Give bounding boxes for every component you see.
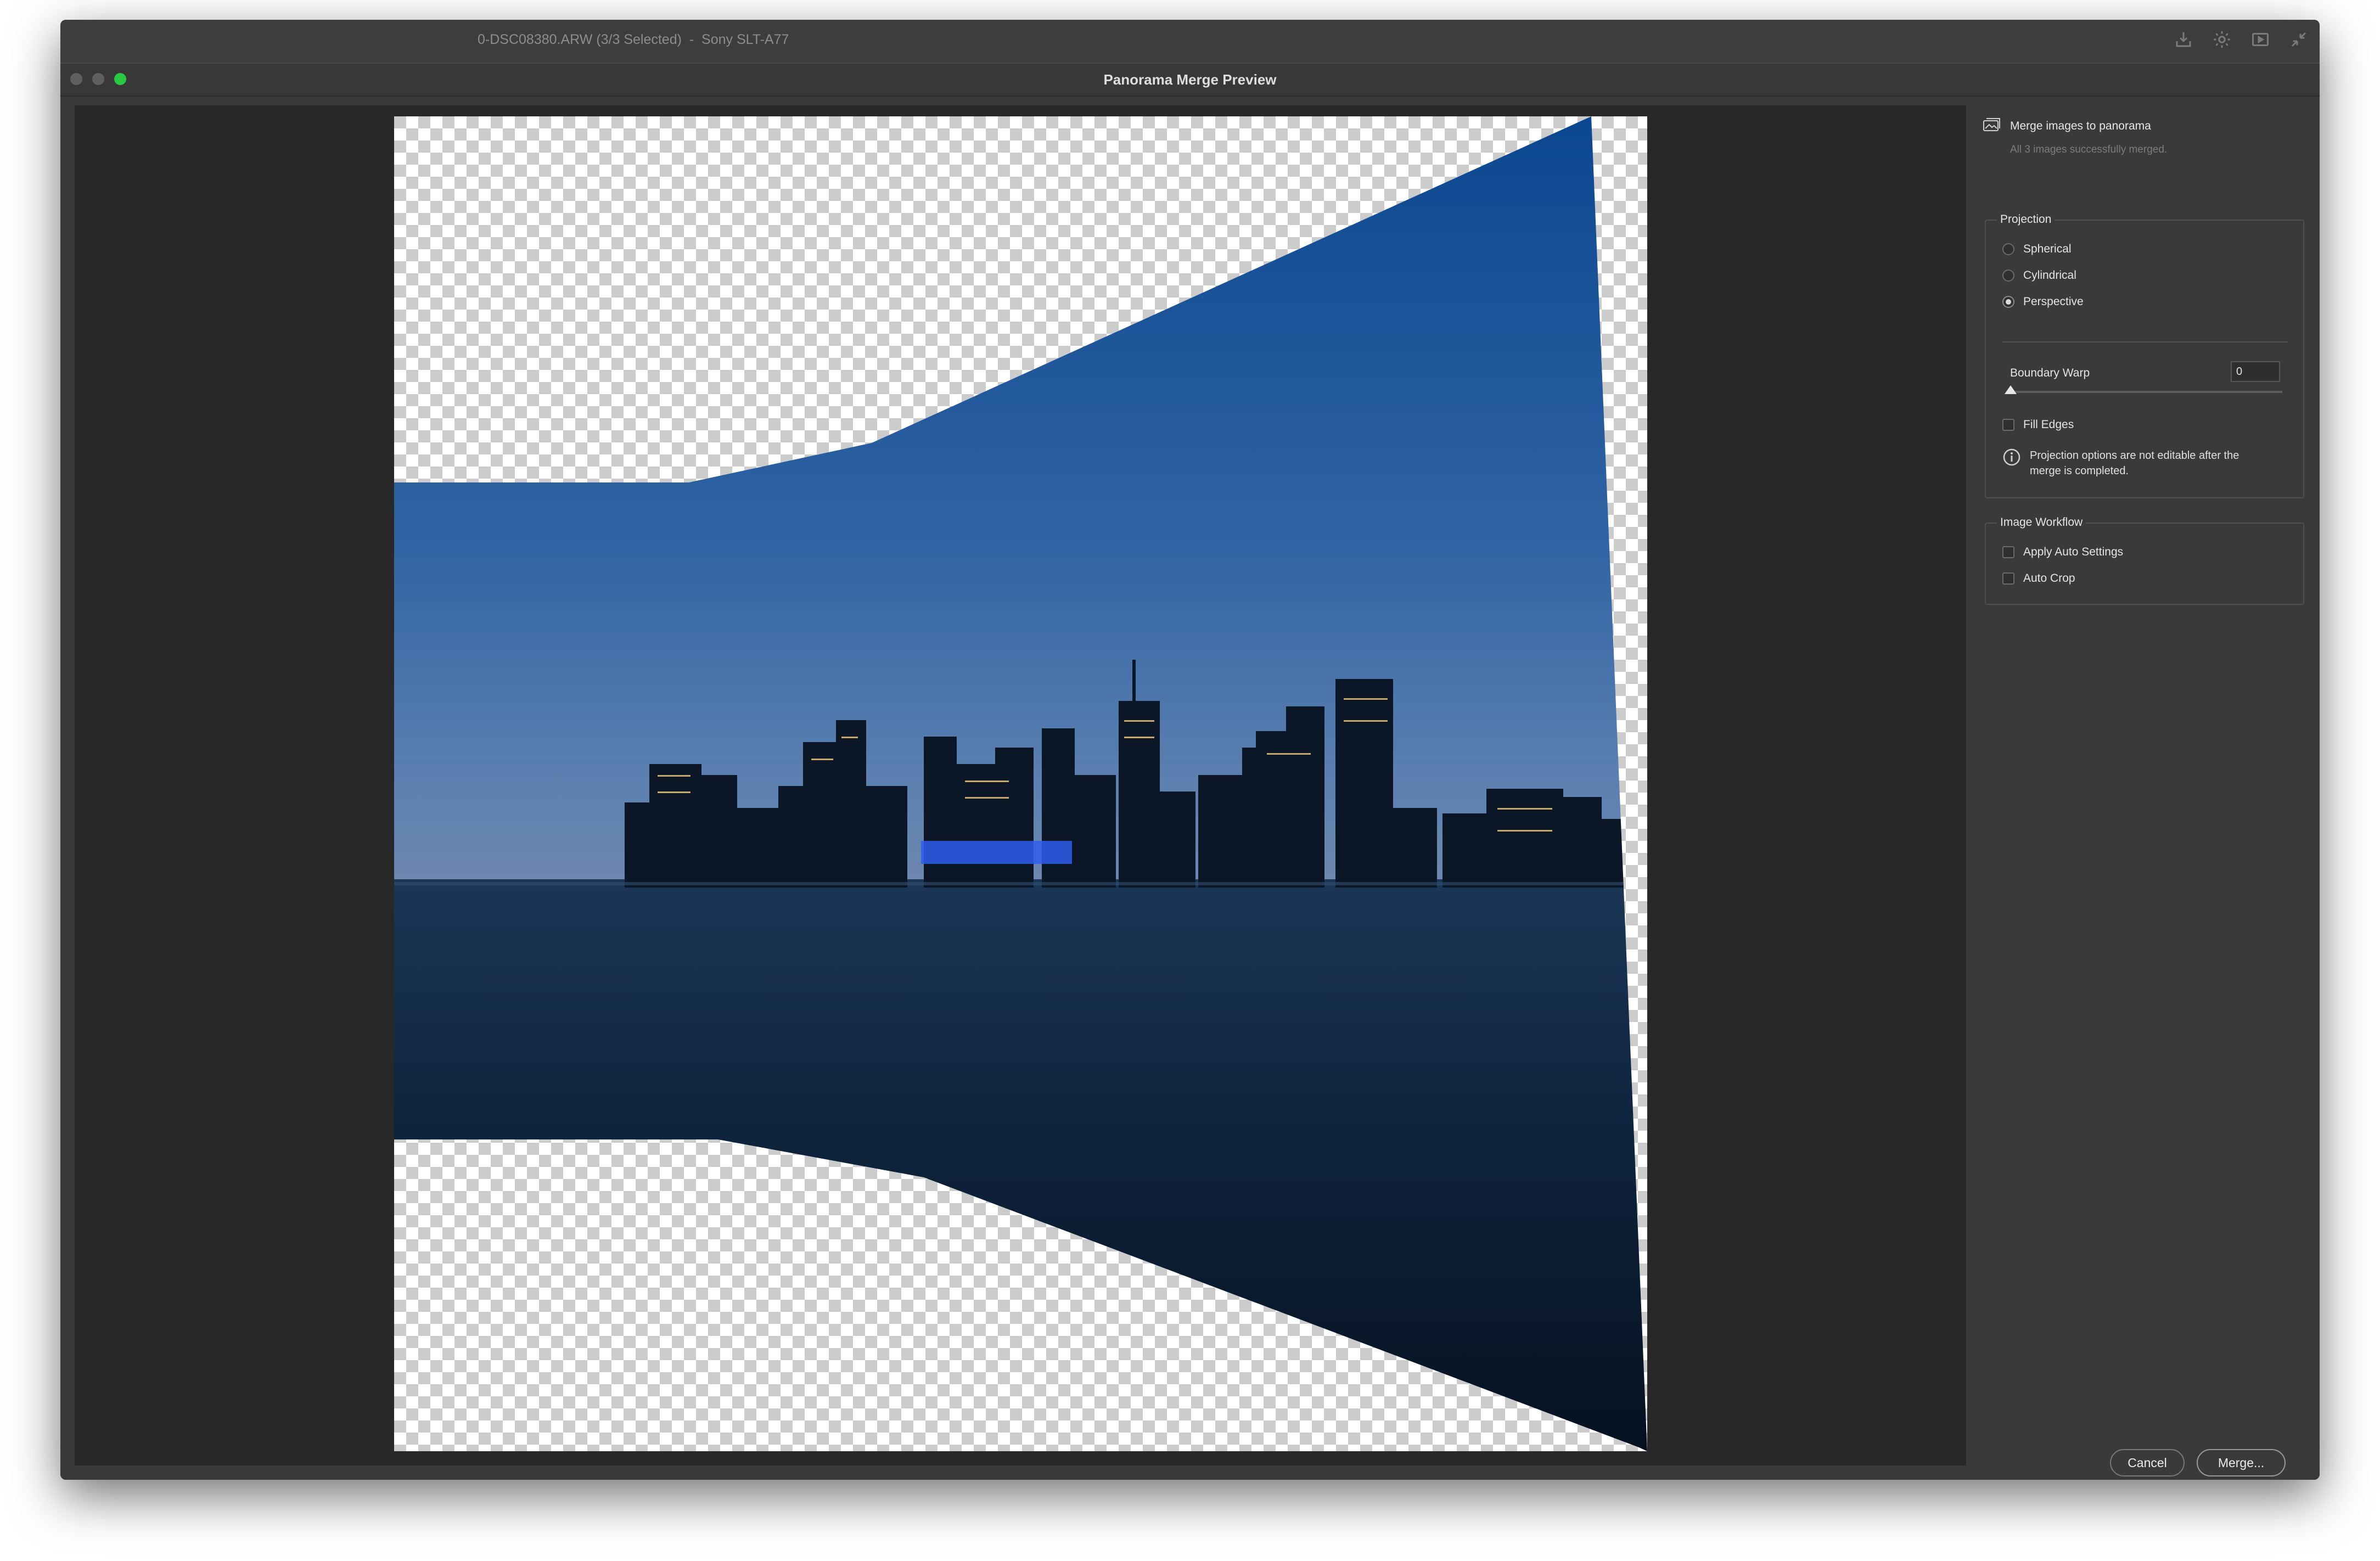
option-perspective[interactable]: Perspective [2002, 295, 2084, 308]
info-icon [2003, 448, 2020, 466]
auto-crop-label: Auto Crop [2023, 572, 2075, 585]
spherical-radio[interactable] [2002, 243, 2014, 255]
perspective-label: Perspective [2023, 295, 2084, 308]
background-window-title: 0-DSC08380.ARW (3/3 Selected) - Sony SLT… [478, 32, 789, 47]
slideshow-icon[interactable] [2250, 30, 2270, 49]
merge-options-panel: Merge images to panorama All 3 images su… [1966, 105, 2320, 1480]
info-line-2: merge is completed. [2030, 465, 2129, 477]
panorama-preview [394, 116, 1647, 1451]
option-spherical[interactable]: Spherical [2002, 243, 2072, 256]
option-fill-edges[interactable]: Fill Edges [2002, 418, 2074, 431]
merge-button[interactable]: Merge... [2197, 1449, 2286, 1476]
merge-subtitle: All 3 images successfully merged. [2010, 144, 2168, 155]
import-icon[interactable] [2174, 30, 2193, 49]
boundary-warp-slider-thumb[interactable] [2005, 385, 2017, 394]
fill-edges-label: Fill Edges [2023, 418, 2074, 431]
info-line-1: Projection options are not editable afte… [2030, 450, 2239, 462]
panorama-merge-dialog: Panorama Merge Preview Merge images to p… [60, 63, 2320, 1480]
cancel-button[interactable]: Cancel [2110, 1449, 2185, 1476]
projection-group: Projection Spherical Cylindrical Perspec… [1985, 213, 2304, 498]
auto-crop-checkbox[interactable] [2002, 572, 2014, 585]
boundary-warp-label: Boundary Warp [2010, 367, 2090, 379]
projection-info-text: Projection options are not editable afte… [2030, 448, 2239, 479]
option-apply-auto-settings[interactable]: Apply Auto Settings [2002, 546, 2123, 559]
cylindrical-label: Cylindrical [2023, 269, 2076, 282]
gear-icon[interactable] [2212, 30, 2232, 49]
lightroom-window: 0-DSC08380.ARW (3/3 Selected) - Sony SLT… [60, 20, 2320, 1480]
cylindrical-radio[interactable] [2002, 269, 2014, 282]
boundary-warp-input[interactable]: 0 [2231, 361, 2280, 382]
projection-legend: Projection [1997, 213, 2055, 226]
dialog-titlebar: Panorama Merge Preview [60, 63, 2320, 97]
toolbar-icons [2174, 30, 2309, 49]
image-workflow-group: Image Workflow Apply Auto Settings Auto … [1985, 516, 2304, 605]
spherical-label: Spherical [2023, 243, 2072, 255]
apply-auto-settings-checkbox[interactable] [2002, 546, 2014, 558]
merge-title: Merge images to panorama [2010, 120, 2151, 132]
panorama-icon [1983, 118, 2000, 131]
collapse-icon[interactable] [2289, 30, 2309, 49]
option-auto-crop[interactable]: Auto Crop [2002, 572, 2075, 585]
divider [2002, 341, 2288, 342]
dialog-title: Panorama Merge Preview [1103, 71, 1277, 88]
image-workflow-legend: Image Workflow [1997, 516, 2086, 529]
fill-edges-checkbox[interactable] [2002, 419, 2014, 431]
background-titlebar: 0-DSC08380.ARW (3/3 Selected) - Sony SLT… [60, 20, 2320, 63]
apply-auto-settings-label: Apply Auto Settings [2023, 546, 2124, 558]
lit-blue-building [921, 841, 1072, 864]
option-cylindrical[interactable]: Cylindrical [2002, 269, 2076, 282]
boundary-warp-slider[interactable] [2010, 391, 2282, 393]
preview-area [75, 105, 1966, 1465]
perspective-radio[interactable] [2002, 296, 2014, 308]
